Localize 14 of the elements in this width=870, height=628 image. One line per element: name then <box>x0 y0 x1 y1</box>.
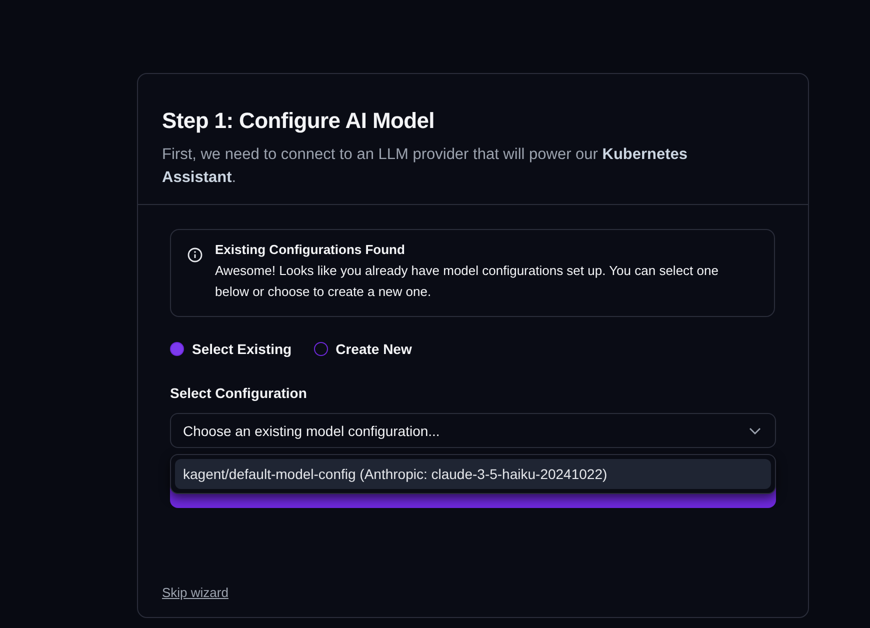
radio-label[interactable]: Create New <box>336 341 412 357</box>
field-label: Select Configuration <box>170 385 308 401</box>
radio-button[interactable] <box>314 342 328 356</box>
skip-wizard-link[interactable]: Skip wizard <box>162 585 228 600</box>
step-description: First, we need to connect to an LLM provider that will power our Kubernetes Assistant. <box>162 145 689 188</box>
info-icon <box>187 247 203 263</box>
radio-label[interactable]: Select Existing <box>192 341 292 357</box>
notice-title: Existing Configurations Found <box>215 241 406 259</box>
radio-button[interactable] <box>170 342 184 356</box>
chevron-down-icon <box>749 426 761 434</box>
configuration-select[interactable]: Choose an existing model configuration... <box>170 413 776 448</box>
step-title: Step 1: Configure AI Model <box>162 108 436 134</box>
dropdown-option[interactable]: kagent/default-model-config (Anthropic: claude-3-5-haiku-20241022) <box>175 459 771 489</box>
notice-text: Awesome! Looks like you already have model configurations set up. You can select one below or choose to create a new one. <box>215 262 720 301</box>
